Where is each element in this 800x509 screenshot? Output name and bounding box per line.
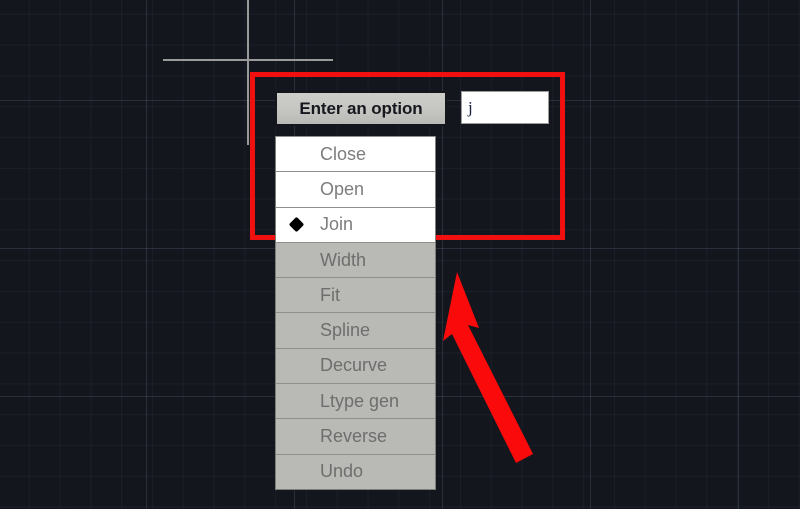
- menu-item-spline[interactable]: Spline: [276, 312, 435, 348]
- menu-item-reverse[interactable]: Reverse: [276, 418, 435, 454]
- menu-item-label: Open: [320, 178, 365, 199]
- menu-item-close[interactable]: Close: [276, 136, 435, 172]
- menu-item-width[interactable]: Width: [276, 241, 435, 278]
- menu-item-undo[interactable]: Undo: [276, 453, 435, 489]
- menu-item-fit[interactable]: Fit: [276, 277, 435, 313]
- menu-item-label: Undo: [320, 461, 364, 482]
- menu-item-label: Close: [320, 143, 367, 164]
- menu-item-decurve[interactable]: Decurve: [276, 347, 435, 384]
- menu-item-label: Reverse: [320, 426, 388, 447]
- menu-item-open[interactable]: Open: [276, 171, 435, 207]
- menu-item-label: Ltype gen: [320, 390, 400, 411]
- crosshair-cursor-vertical: [247, 0, 249, 145]
- dynamic-input-prompt: Enter an option j: [275, 91, 549, 126]
- command-input-value: j: [468, 97, 473, 117]
- option-dropdown-menu[interactable]: Close Open Join Width Fit Spline Decurve Ltype …: [275, 136, 436, 490]
- command-input-field[interactable]: j: [461, 91, 549, 124]
- menu-item-join[interactable]: Join: [276, 206, 435, 242]
- menu-item-label: Join: [320, 214, 354, 235]
- enter-an-option-button[interactable]: Enter an option: [275, 91, 447, 126]
- menu-item-label: Width: [320, 249, 367, 270]
- menu-item-label: Spline: [320, 320, 371, 341]
- menu-item-ltype-gen[interactable]: Ltype gen: [276, 383, 435, 419]
- cad-application-window: Enter an option j Close Open Join Width Fit S…: [0, 0, 800, 509]
- menu-item-label: Fit: [320, 284, 340, 305]
- menu-item-label: Decurve: [320, 355, 388, 376]
- selected-marker-icon: [288, 216, 305, 233]
